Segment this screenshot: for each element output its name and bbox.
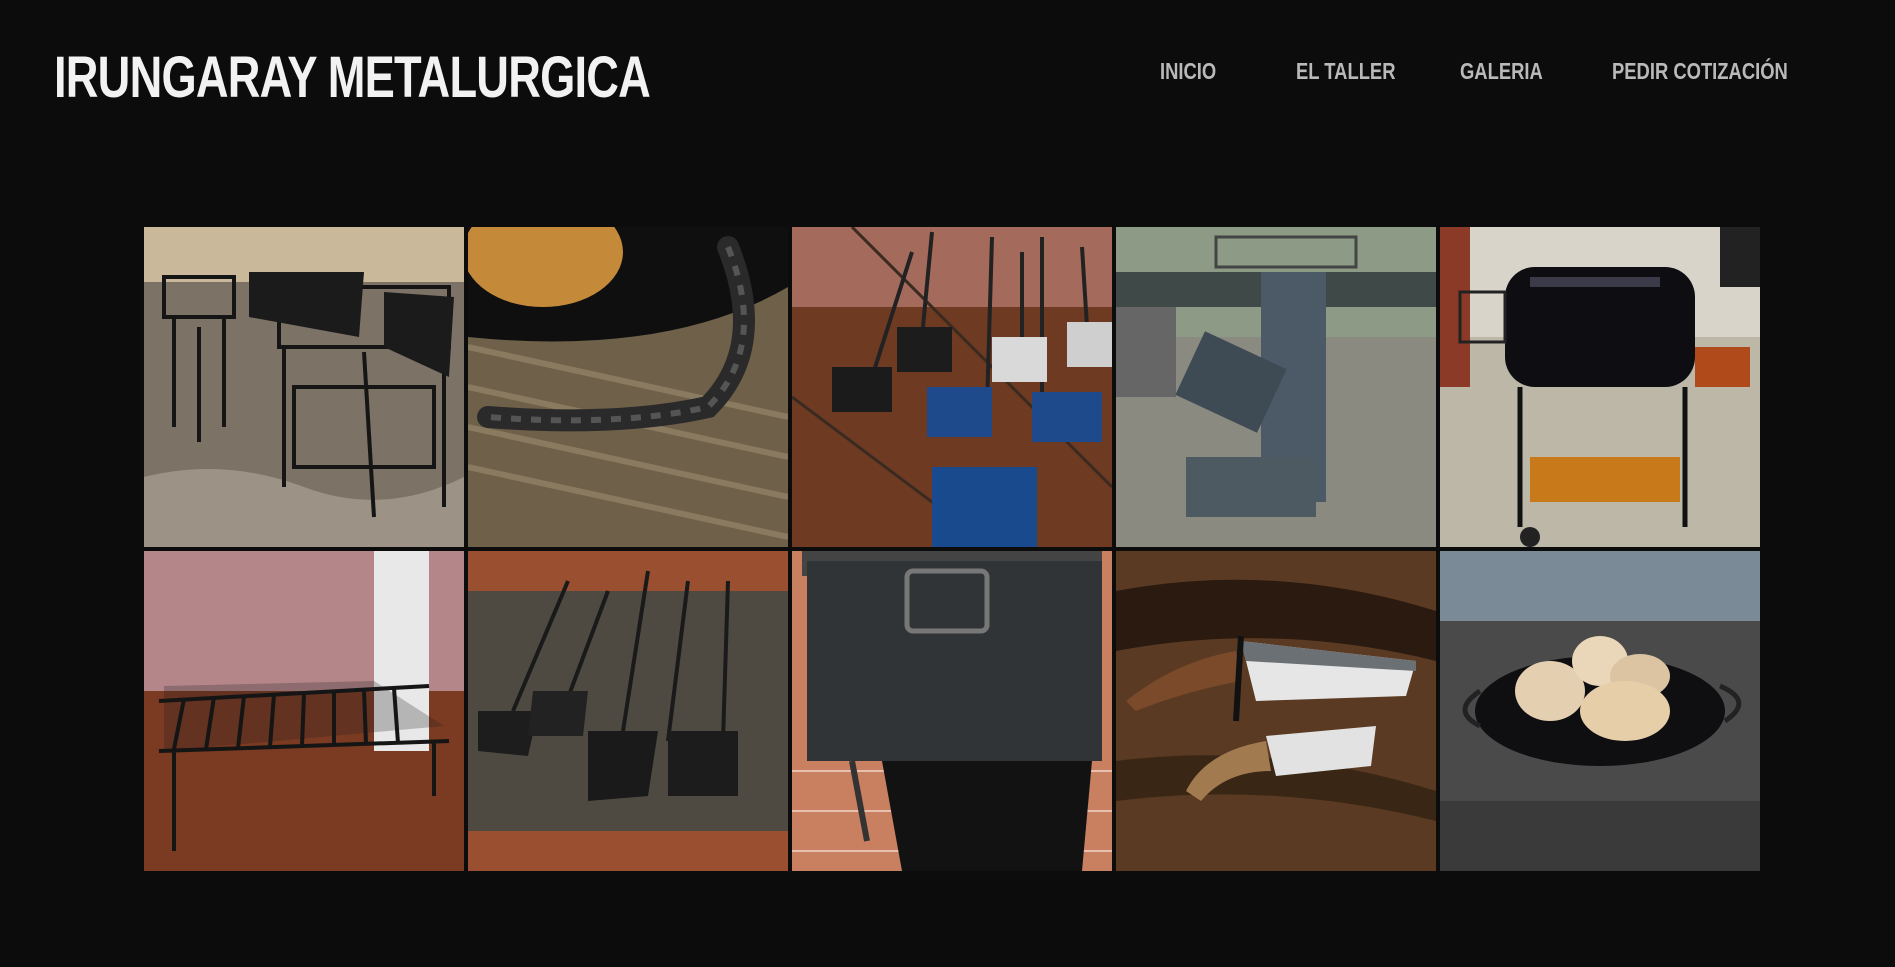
nav-el-taller[interactable]: EL TALLER <box>1296 58 1396 85</box>
nav-inicio[interactable]: INICIO <box>1160 58 1216 85</box>
gallery-photo-rocket-stove[interactable] <box>1116 227 1436 547</box>
twisted-handle-image <box>468 227 788 547</box>
photo-gallery <box>144 227 1760 873</box>
grill-grate-image <box>144 551 464 871</box>
antler-knives-image <box>1116 551 1436 871</box>
gallery-photo-twisted-handle[interactable] <box>468 227 788 547</box>
gallery-photo-forged-shovels[interactable] <box>468 551 788 871</box>
gallery-photo-grill-grate[interactable] <box>144 551 464 871</box>
pan-with-squash-image <box>1440 551 1760 871</box>
shovel-set-image <box>792 227 1112 547</box>
forged-shovels-image <box>468 551 788 871</box>
gallery-photo-metal-box[interactable] <box>792 551 1112 871</box>
gallery-photo-shovel-set[interactable] <box>792 227 1112 547</box>
site-header: IRUNGARAY METALURGICA INICIO EL TALLER G… <box>0 0 1895 170</box>
gallery-photo-barrel-smoker[interactable] <box>1440 227 1760 547</box>
metal-box-image <box>792 551 1112 871</box>
barrel-smoker-image <box>1440 227 1760 547</box>
gallery-photo-pan-with-squash[interactable] <box>1440 551 1760 871</box>
gallery-photo-antler-knives[interactable] <box>1116 551 1436 871</box>
rocket-stove-image <box>1116 227 1436 547</box>
nav-pedir-cotizacion[interactable]: PEDIR COTIZACIÓN <box>1612 58 1788 85</box>
grill-carts-image <box>144 227 464 547</box>
gallery-photo-grill-carts[interactable] <box>144 227 464 547</box>
nav-galeria[interactable]: GALERIA <box>1460 58 1543 85</box>
brand-logo[interactable]: IRUNGARAY METALURGICA <box>54 44 651 111</box>
